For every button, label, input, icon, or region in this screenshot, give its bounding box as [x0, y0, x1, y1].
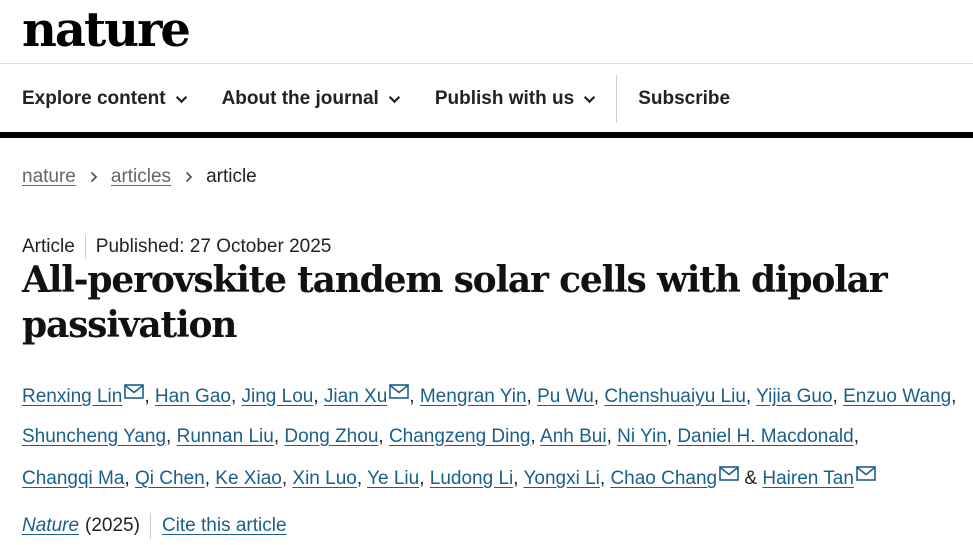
email-icon[interactable]: [389, 374, 410, 399]
article-meta: Article Published: 27 October 2025: [22, 234, 331, 260]
published-date: Published: 27 October 2025: [95, 236, 332, 257]
author-link[interactable]: Ludong Li: [430, 468, 513, 489]
citation-line: Nature (2025) Cite this article: [22, 511, 287, 541]
email-icon[interactable]: [856, 456, 876, 481]
author-link[interactable]: Chenshuaiyu Liu: [604, 386, 746, 407]
author-link[interactable]: Enzuo Wang: [843, 386, 951, 407]
nav-item-label: Explore content: [22, 88, 166, 109]
chevron-down-icon: [175, 95, 187, 103]
breadcrumb-nature[interactable]: nature: [22, 166, 76, 188]
article-title: All-perovskite tandem solar cells with d…: [22, 259, 888, 346]
main-nav: Explore content About the journal Publis…: [22, 74, 764, 124]
author-link[interactable]: Ke Xiao: [215, 468, 282, 489]
breadcrumb: nature articles article: [22, 166, 257, 188]
author-link[interactable]: Ye Liu: [367, 468, 419, 489]
author-link[interactable]: Yongxi Li: [523, 468, 599, 489]
publication-year: (2025): [85, 515, 140, 536]
nav-bottom-bar: [0, 132, 973, 138]
subscribe-label: Subscribe: [638, 88, 731, 109]
author-link[interactable]: Anh Bui: [540, 426, 607, 447]
journal-link[interactable]: Nature: [22, 515, 79, 537]
author-link[interactable]: Ni Yin: [617, 426, 667, 447]
author-link[interactable]: Qi Chen: [135, 468, 205, 489]
author-link[interactable]: Jing Lou: [242, 386, 314, 407]
header-divider: [0, 63, 973, 64]
author-link[interactable]: Daniel H. Macdonald: [677, 426, 853, 447]
nav-publish-with-us[interactable]: Publish with us: [435, 88, 596, 110]
subscribe-link[interactable]: Subscribe: [638, 88, 730, 110]
breadcrumb-articles[interactable]: articles: [111, 166, 171, 188]
author-link[interactable]: Renxing Lin: [22, 386, 122, 407]
nature-logo[interactable]: nature: [22, 2, 191, 58]
author-link[interactable]: Dong Zhou: [284, 426, 378, 447]
nav-item-label: About the journal: [221, 88, 379, 109]
email-icon[interactable]: [124, 374, 145, 399]
author-link[interactable]: Shuncheng Yang: [22, 426, 166, 447]
author-link[interactable]: Hairen Tan: [762, 468, 854, 489]
nav-separator: [616, 75, 618, 123]
citation-separator: [149, 513, 151, 539]
author-link[interactable]: Mengran Yin: [420, 386, 527, 407]
article-type: Article: [22, 236, 75, 257]
author-link[interactable]: Yijia Guo: [756, 386, 832, 407]
author-link[interactable]: Jian Xu: [324, 386, 387, 407]
email-icon[interactable]: [719, 456, 739, 481]
nav-explore-content[interactable]: Explore content: [22, 88, 188, 110]
nav-about-journal[interactable]: About the journal: [222, 88, 401, 110]
cite-this-article-link[interactable]: Cite this article: [162, 515, 287, 537]
author-link[interactable]: Changqi Ma: [22, 468, 124, 489]
breadcrumb-current: article: [206, 166, 257, 187]
meta-separator: [84, 235, 86, 259]
author-list: Renxing Lin, Han Gao, Jing Lou, Jian Xu,…: [22, 374, 957, 499]
author-link[interactable]: Chao Chang: [610, 468, 717, 489]
chevron-down-icon: [388, 95, 400, 103]
author-link[interactable]: Runnan Liu: [177, 426, 274, 447]
chevron-right-icon: [90, 171, 98, 183]
author-link[interactable]: Han Gao: [155, 386, 231, 407]
nav-item-label: Publish with us: [434, 88, 575, 109]
chevron-right-icon: [185, 171, 193, 183]
author-link[interactable]: Xin Luo: [292, 468, 356, 489]
author-link[interactable]: Changzeng Ding: [389, 426, 531, 447]
author-link[interactable]: Pu Wu: [537, 386, 594, 407]
chevron-down-icon: [584, 95, 596, 103]
